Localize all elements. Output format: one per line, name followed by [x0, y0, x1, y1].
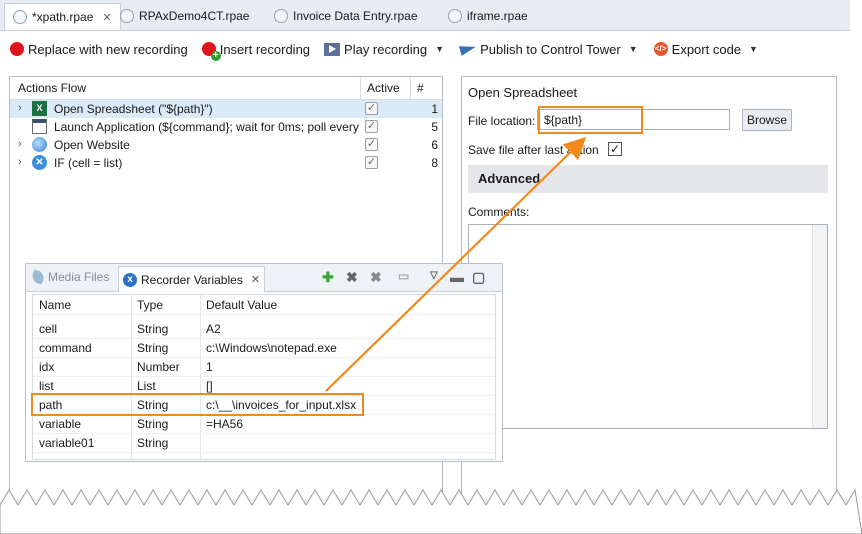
torn-edge — [0, 488, 862, 534]
